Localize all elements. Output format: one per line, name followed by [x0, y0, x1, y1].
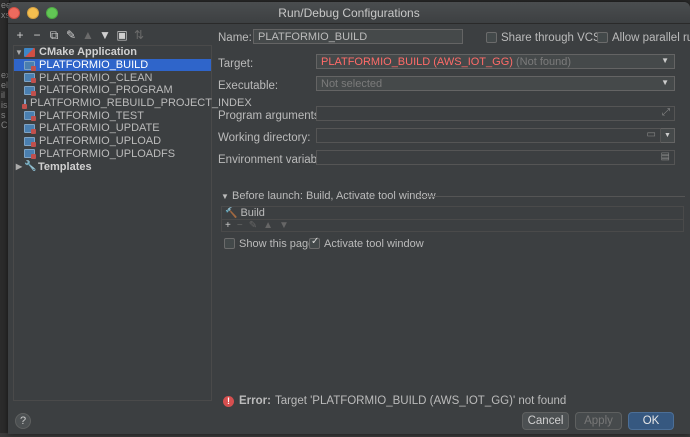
tree-item-platformio-rebuild-project-index[interactable]: PLATFORMIO_REBUILD_PROJECT_INDEX [14, 97, 252, 110]
expand-down-icon[interactable]: ▼ [14, 48, 24, 57]
tree-item-platformio-program[interactable]: PLATFORMIO_PROGRAM [14, 84, 211, 97]
tree-group-cmake[interactable]: ▼ CMake Application [14, 46, 211, 59]
name-field[interactable]: PLATFORMIO_BUILD [253, 29, 463, 44]
working-directory-label: Working directory: [218, 132, 311, 144]
add-icon[interactable]: + [12, 27, 28, 43]
before-launch-header[interactable]: ▼ Before launch: Build, Activate tool wi… [221, 190, 436, 202]
allow-parallel-checkbox[interactable] [597, 32, 608, 43]
section-divider [417, 196, 685, 197]
tree-item-platformio-test[interactable]: PLATFORMIO_TEST [14, 109, 211, 122]
hammer-icon: 🔨 [225, 207, 238, 219]
configurations-tree: ▼ CMake Application PLATFORMIO_BUILD PLA… [13, 45, 252, 401]
tree-group-templates[interactable]: ▶ 🔧 Templates [14, 160, 211, 173]
tree-item-label: PLATFORMIO_BUILD [39, 59, 149, 72]
program-arguments-field[interactable]: ⤢ [316, 106, 675, 121]
target-status: (Not found) [515, 56, 572, 68]
help-button[interactable]: ? [15, 413, 31, 429]
cmake-config-icon [24, 123, 36, 134]
tree-item-label: PLATFORMIO_CLEAN [39, 71, 153, 84]
target-label: Target: [218, 58, 254, 70]
show-page-checkbox[interactable] [224, 238, 235, 249]
move-task-down-icon[interactable]: ▼ [279, 220, 289, 231]
add-task-icon[interactable]: + [225, 220, 231, 231]
target-value: PLATFORMIO_BUILD (AWS_IOT_GG) [321, 56, 513, 68]
cmake-config-icon [24, 60, 36, 71]
show-page-label: Show this page [239, 238, 315, 250]
cmake-config-icon [24, 73, 36, 84]
document-icon[interactable]: ▤ [661, 151, 670, 162]
expand-icon[interactable]: ⤢ [662, 107, 670, 118]
chevron-down-icon: ▼ [661, 78, 669, 87]
configurations-panel: + − ⧉ ✎ ▲ ▼ ▣ ⇅ ▼ CMake Application PLAT… [8, 25, 252, 405]
cmake-config-icon [24, 111, 36, 122]
cmake-config-icon [24, 136, 36, 147]
tree-item-platformio-build[interactable]: PLATFORMIO_BUILD [14, 58, 211, 72]
run-debug-dialog: Run/Debug Configurations + − ⧉ ✎ ▲ ▼ ▣ ⇅… [8, 2, 690, 434]
tree-item-label: PLATFORMIO_TEST [39, 109, 144, 122]
move-down-icon[interactable]: ▼ [97, 27, 113, 43]
wrench-icon: 🔧 [24, 161, 37, 173]
cmake-config-icon [22, 98, 27, 109]
cmake-config-icon [24, 85, 36, 96]
before-launch-title: Before launch: Build, Activate tool wind… [231, 190, 436, 202]
environment-variables-field[interactable]: ▤ [316, 150, 675, 165]
folder-icon[interactable]: ▭ [647, 129, 656, 140]
tree-item-platformio-update[interactable]: PLATFORMIO_UPDATE [14, 122, 211, 135]
copy-icon[interactable]: ⧉ [46, 27, 62, 43]
tree-item-label: PLATFORMIO_PROGRAM [39, 84, 173, 97]
remove-task-icon[interactable]: − [237, 220, 243, 231]
tree-item-label: PLATFORMIO_UPLOAD [39, 135, 162, 148]
title-bar[interactable]: Run/Debug Configurations [8, 2, 690, 24]
tree-item-platformio-clean[interactable]: PLATFORMIO_CLEAN [14, 71, 211, 84]
activate-tool-window-checkbox[interactable] [309, 236, 320, 249]
tree-item-label: PLATFORMIO_UPDATE [39, 122, 160, 135]
executable-combobox[interactable]: Not selected ▼ [316, 76, 675, 91]
move-up-icon[interactable]: ▲ [80, 27, 96, 43]
cancel-button[interactable]: Cancel [522, 412, 569, 430]
executable-value: Not selected [321, 78, 383, 90]
target-combobox[interactable]: PLATFORMIO_BUILD (AWS_IOT_GG) (Not found… [316, 54, 675, 69]
error-icon: ! [223, 395, 234, 407]
before-launch-task[interactable]: 🔨 Build [222, 207, 683, 219]
share-vcs-label: Share through VCS [501, 32, 601, 44]
cmake-icon [24, 47, 35, 57]
edit-defaults-icon[interactable]: ✎ [63, 27, 79, 43]
ok-button[interactable]: OK [628, 412, 674, 430]
executable-label: Executable: [218, 80, 279, 92]
error-text: Target 'PLATFORMIO_BUILD (AWS_IOT_GG)' n… [274, 395, 567, 407]
task-label: Build [240, 207, 265, 219]
configuration-details: Name: PLATFORMIO_BUILD Share through VCS… [213, 25, 690, 407]
configurations-toolbar: + − ⧉ ✎ ▲ ▼ ▣ ⇅ [8, 25, 213, 45]
expand-right-icon[interactable]: ▶ [14, 162, 24, 171]
sort-icon[interactable]: ⇅ [131, 27, 147, 43]
working-directory-field[interactable]: ▭ [316, 128, 661, 143]
cmake-config-icon [24, 149, 36, 160]
working-directory-dropdown[interactable]: ▼ [661, 128, 675, 143]
activate-tool-window-label: Activate tool window [324, 238, 424, 250]
expand-down-icon: ▼ [221, 192, 229, 201]
edit-task-icon[interactable]: ✎ [249, 220, 257, 231]
chevron-down-icon: ▼ [661, 56, 669, 65]
error-prefix: Error: [239, 395, 271, 407]
before-launch-toolbar: + − ✎ ▲ ▼ [222, 219, 683, 231]
remove-icon[interactable]: − [29, 27, 45, 43]
tree-group-label: Templates [38, 160, 92, 173]
tree-item-label: PLATFORMIO_UPLOADFS [39, 147, 176, 160]
tree-group-label: CMake Application [39, 46, 137, 59]
allow-parallel-label: Allow parallel run [612, 32, 690, 44]
error-message: ! Error: Target 'PLATFORMIO_BUILD (AWS_I… [223, 395, 566, 407]
before-launch-list: 🔨 Build + − ✎ ▲ ▼ [221, 206, 684, 232]
window-title: Run/Debug Configurations [278, 6, 420, 20]
folder-icon[interactable]: ▣ [114, 27, 130, 43]
tree-item-platformio-upload[interactable]: PLATFORMIO_UPLOAD [14, 135, 211, 148]
program-arguments-label: Program arguments: [218, 110, 323, 122]
share-vcs-checkbox[interactable] [486, 32, 497, 43]
move-task-up-icon[interactable]: ▲ [263, 220, 273, 231]
tree-item-platformio-uploadfs[interactable]: PLATFORMIO_UPLOADFS [14, 148, 211, 161]
name-label: Name: [218, 32, 252, 44]
apply-button[interactable]: Apply [575, 412, 622, 430]
